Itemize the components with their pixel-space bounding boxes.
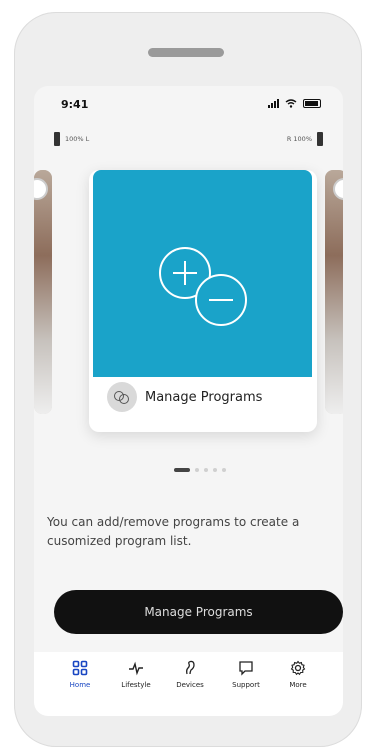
pager-dot[interactable] (204, 468, 208, 472)
gear-icon (290, 660, 306, 676)
left-battery-label: 100% L (65, 135, 90, 143)
person-photo (34, 170, 52, 414)
pager-dot[interactable] (195, 468, 199, 472)
tab-more[interactable]: More (268, 660, 328, 689)
programs-icon (107, 382, 137, 412)
app-screen: 9:41 100% L R 100% Manage Programs You c… (34, 86, 343, 716)
carousel-pager (174, 468, 226, 472)
pulse-icon (129, 661, 143, 676)
right-battery-label: R 100% (286, 135, 312, 143)
tab-more-label: More (289, 681, 307, 689)
tab-devices-label: Devices (176, 681, 204, 689)
card-title: Manage Programs (145, 389, 263, 405)
battery-icon (303, 99, 321, 108)
left-hearing-aid[interactable]: 100% L (54, 132, 89, 146)
manage-programs-card[interactable]: Manage Programs (89, 170, 317, 432)
next-card[interactable] (325, 170, 343, 414)
system-icons (268, 99, 321, 108)
bottom-tab-bar: Home Lifestyle Devices Support More (34, 652, 343, 716)
description-text: You can add/remove programs to create a … (47, 515, 300, 548)
tab-support-label: Support (232, 681, 260, 689)
card-label-row: Manage Programs (107, 382, 262, 412)
add-remove-icon (159, 247, 247, 326)
hearing-aid-status: 100% L R 100% (54, 132, 323, 146)
right-hearing-aid[interactable]: R 100% (287, 132, 323, 146)
pager-dot[interactable] (213, 468, 217, 472)
tab-home[interactable]: Home (50, 660, 110, 689)
pager-dot-active[interactable] (174, 468, 190, 472)
chat-bubble-icon (239, 661, 253, 676)
phone-speaker (148, 48, 224, 57)
signal-icon (268, 99, 279, 108)
previous-card[interactable] (34, 170, 52, 414)
ear-icon (186, 660, 195, 675)
tab-devices[interactable]: Devices (160, 660, 220, 689)
tab-support[interactable]: Support (216, 660, 276, 689)
manage-programs-button[interactable]: Manage Programs (54, 590, 343, 634)
right-battery-icon (317, 132, 323, 146)
card-illustration (93, 170, 312, 377)
home-grid-icon (72, 660, 88, 676)
tab-lifestyle-label: Lifestyle (121, 681, 151, 689)
tab-home-label: Home (69, 681, 91, 689)
pager-dot[interactable] (222, 468, 226, 472)
status-bar: 9:41 (34, 86, 343, 120)
left-battery-icon (54, 132, 60, 146)
status-time: 9:41 (61, 98, 89, 111)
tab-lifestyle[interactable]: Lifestyle (106, 660, 166, 689)
person-photo (325, 170, 343, 414)
wifi-icon (285, 99, 297, 108)
